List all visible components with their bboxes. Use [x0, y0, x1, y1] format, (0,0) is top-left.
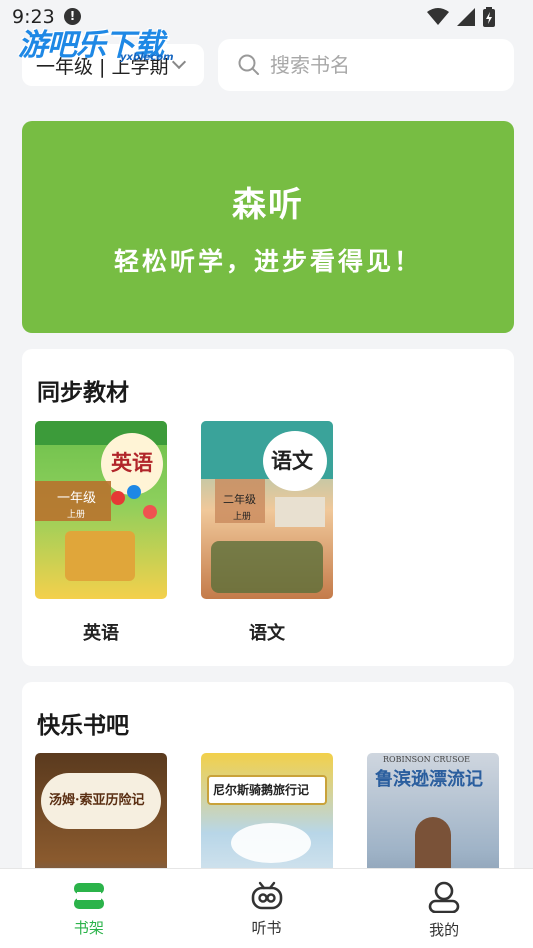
- nav-label: 听书: [251, 919, 282, 937]
- search-input[interactable]: [270, 53, 500, 77]
- status-icons: [427, 7, 495, 27]
- cover-title: 语文: [271, 448, 313, 473]
- search-icon: [238, 54, 259, 75]
- nav-label: 我的: [429, 921, 460, 939]
- section-title: 同步教材: [37, 380, 129, 406]
- search-box[interactable]: [218, 39, 514, 91]
- battery-icon: [483, 7, 495, 27]
- bottom-nav: 书架 听书 我的: [0, 868, 533, 948]
- watermark-sub: yxblecom: [120, 52, 174, 63]
- banner[interactable]: 森听 轻松听学，进步看得见！: [22, 121, 514, 333]
- cover-title: 鲁滨逊漂流记: [375, 769, 483, 790]
- cover-title: 英语: [111, 450, 153, 475]
- wifi-icon: [427, 8, 449, 25]
- radio-icon: [251, 881, 282, 910]
- book-label: 英语: [83, 623, 119, 644]
- happy-reading-section: 快乐书吧 汤姆·索亚历险记 尼尔斯骑鹅旅行记 ROBINSON CRUSOE 鲁…: [22, 682, 514, 931]
- book-cover-chinese: 语文 二年级 上册: [201, 421, 333, 599]
- nav-bookshelf[interactable]: 书架: [0, 869, 178, 948]
- book-chinese[interactable]: 语文 二年级 上册 语文: [201, 421, 333, 645]
- section-title: 快乐书吧: [37, 713, 129, 739]
- cover-grade: 二年级: [223, 493, 256, 506]
- chevron-down-icon: [172, 54, 187, 70]
- cover-term: 上册: [233, 512, 252, 522]
- book-cover-english: 英语 一年级 上册: [35, 421, 167, 599]
- sync-textbook-section: 同步教材 英语 一年级 上册 英语 语文 二年级 上册 语文: [22, 349, 514, 666]
- cover-term: 上册: [67, 510, 86, 520]
- banner-slogan: 轻松听学，进步看得见！: [113, 247, 422, 276]
- book-label: 语文: [249, 623, 285, 644]
- signal-icon: [457, 8, 475, 26]
- book-english[interactable]: 英语 一年级 上册 英语: [35, 421, 167, 645]
- nav-listen[interactable]: 听书: [178, 869, 356, 948]
- cover-top: ROBINSON CRUSOE: [383, 755, 470, 764]
- user-icon: [428, 881, 460, 913]
- nav-label: 书架: [73, 919, 104, 937]
- cover-grade: 一年级: [57, 491, 97, 506]
- nav-profile[interactable]: 我的: [355, 869, 533, 948]
- banner-title: 森听: [232, 185, 304, 225]
- cover-title: 汤姆·索亚历险记: [49, 793, 145, 808]
- cover-title: 尼尔斯骑鹅旅行记: [213, 783, 310, 797]
- bookshelf-icon: [73, 883, 104, 909]
